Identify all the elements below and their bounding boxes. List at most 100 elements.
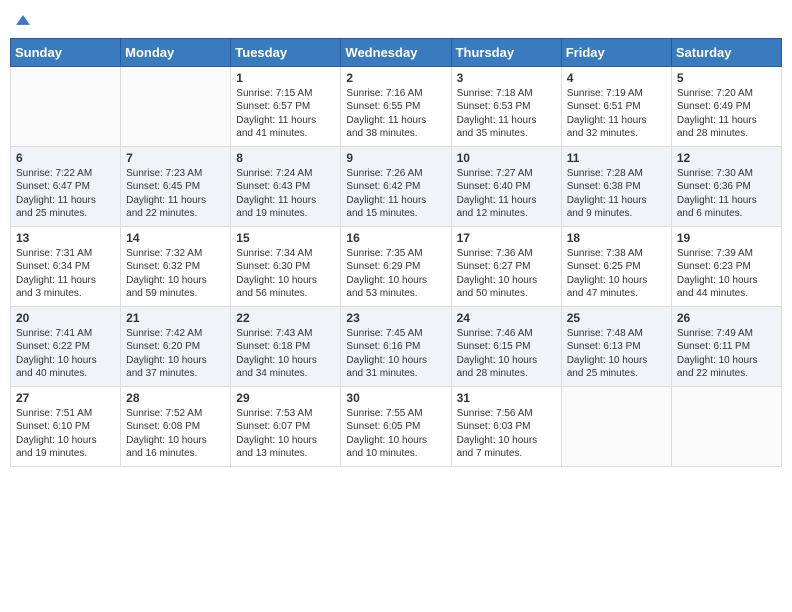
calendar-cell: 5 Sunrise: 7:20 AM Sunset: 6:49 PM Daylig… bbox=[671, 66, 781, 146]
calendar-cell: 19 Sunrise: 7:39 AM Sunset: 6:23 PM Dayli… bbox=[671, 226, 781, 306]
day-detail: Sunrise: 7:20 AM Sunset: 6:49 PM Dayligh… bbox=[677, 87, 776, 141]
day-detail: Sunrise: 7:42 AM Sunset: 6:20 PM Dayligh… bbox=[126, 327, 225, 381]
day-number: 27 bbox=[16, 391, 115, 405]
day-number: 28 bbox=[126, 391, 225, 405]
day-detail: Sunrise: 7:56 AM Sunset: 6:03 PM Dayligh… bbox=[457, 407, 556, 461]
day-detail: Sunrise: 7:43 AM Sunset: 6:18 PM Dayligh… bbox=[236, 327, 335, 381]
day-number: 18 bbox=[567, 231, 666, 245]
calendar-cell: 27 Sunrise: 7:51 AM Sunset: 6:10 PM Dayli… bbox=[11, 386, 121, 466]
day-number: 23 bbox=[346, 311, 445, 325]
day-detail: Sunrise: 7:16 AM Sunset: 6:55 PM Dayligh… bbox=[346, 87, 445, 141]
day-detail: Sunrise: 7:24 AM Sunset: 6:43 PM Dayligh… bbox=[236, 167, 335, 221]
day-number: 16 bbox=[346, 231, 445, 245]
day-number: 7 bbox=[126, 151, 225, 165]
day-detail: Sunrise: 7:46 AM Sunset: 6:15 PM Dayligh… bbox=[457, 327, 556, 381]
calendar-cell: 30Sunrise: 7:55 AM Sunset: 6:05 PM Dayli… bbox=[341, 386, 451, 466]
day-number: 29 bbox=[236, 391, 335, 405]
calendar-cell: 29 Sunrise: 7:53 AM Sunset: 6:07 PM Dayli… bbox=[231, 386, 341, 466]
day-detail: Sunrise: 7:26 AM Sunset: 6:42 PM Dayligh… bbox=[346, 167, 445, 221]
calendar-week-row: 13 Sunrise: 7:31 AM Sunset: 6:34 PM Dayli… bbox=[11, 226, 782, 306]
day-detail: Sunrise: 7:19 AM Sunset: 6:51 PM Dayligh… bbox=[567, 87, 666, 141]
calendar-cell: 20Sunrise: 7:41 AM Sunset: 6:22 PM Dayli… bbox=[11, 306, 121, 386]
day-detail: Sunrise: 7:49 AM Sunset: 6:11 PM Dayligh… bbox=[677, 327, 776, 381]
day-number: 4 bbox=[567, 71, 666, 85]
calendar-cell bbox=[561, 386, 671, 466]
day-detail: Sunrise: 7:52 AM Sunset: 6:08 PM Dayligh… bbox=[126, 407, 225, 461]
day-detail: Sunrise: 7:48 AM Sunset: 6:13 PM Dayligh… bbox=[567, 327, 666, 381]
calendar-cell bbox=[671, 386, 781, 466]
day-number: 13 bbox=[16, 231, 115, 245]
day-header-monday: Monday bbox=[121, 38, 231, 66]
day-number: 20 bbox=[16, 311, 115, 325]
day-detail: Sunrise: 7:23 AM Sunset: 6:45 PM Dayligh… bbox=[126, 167, 225, 221]
day-number: 1 bbox=[236, 71, 335, 85]
calendar-cell: 8 Sunrise: 7:24 AM Sunset: 6:43 PM Daylig… bbox=[231, 146, 341, 226]
day-detail: Sunrise: 7:34 AM Sunset: 6:30 PM Dayligh… bbox=[236, 247, 335, 301]
day-detail: Sunrise: 7:32 AM Sunset: 6:32 PM Dayligh… bbox=[126, 247, 225, 301]
calendar-cell: 1 Sunrise: 7:15 AM Sunset: 6:57 PM Daylig… bbox=[231, 66, 341, 146]
day-number: 8 bbox=[236, 151, 335, 165]
day-number: 21 bbox=[126, 311, 225, 325]
day-detail: Sunrise: 7:18 AM Sunset: 6:53 PM Dayligh… bbox=[457, 87, 556, 141]
day-number: 19 bbox=[677, 231, 776, 245]
day-number: 9 bbox=[346, 151, 445, 165]
day-detail: Sunrise: 7:39 AM Sunset: 6:23 PM Dayligh… bbox=[677, 247, 776, 301]
calendar-week-row: 27 Sunrise: 7:51 AM Sunset: 6:10 PM Dayli… bbox=[11, 386, 782, 466]
calendar-cell: 21 Sunrise: 7:42 AM Sunset: 6:20 PM Dayli… bbox=[121, 306, 231, 386]
calendar-cell: 2 Sunrise: 7:16 AM Sunset: 6:55 PM Daylig… bbox=[341, 66, 451, 146]
calendar-cell: 6 Sunrise: 7:22 AM Sunset: 6:47 PM Daylig… bbox=[11, 146, 121, 226]
calendar-cell: 25 Sunrise: 7:48 AM Sunset: 6:13 PM Dayli… bbox=[561, 306, 671, 386]
day-detail: Sunrise: 7:51 AM Sunset: 6:10 PM Dayligh… bbox=[16, 407, 115, 461]
calendar-cell: 26 Sunrise: 7:49 AM Sunset: 6:11 PM Dayli… bbox=[671, 306, 781, 386]
calendar-cell: 17Sunrise: 7:36 AM Sunset: 6:27 PM Dayli… bbox=[451, 226, 561, 306]
day-detail: Sunrise: 7:31 AM Sunset: 6:34 PM Dayligh… bbox=[16, 247, 115, 301]
day-detail: Sunrise: 7:28 AM Sunset: 6:38 PM Dayligh… bbox=[567, 167, 666, 221]
calendar-header-row: SundayMondayTuesdayWednesdayThursdayFrid… bbox=[11, 38, 782, 66]
day-number: 25 bbox=[567, 311, 666, 325]
day-detail: Sunrise: 7:15 AM Sunset: 6:57 PM Dayligh… bbox=[236, 87, 335, 141]
logo-icon bbox=[16, 13, 30, 27]
day-header-friday: Friday bbox=[561, 38, 671, 66]
day-number: 11 bbox=[567, 151, 666, 165]
day-header-saturday: Saturday bbox=[671, 38, 781, 66]
calendar-week-row: 6 Sunrise: 7:22 AM Sunset: 6:47 PM Daylig… bbox=[11, 146, 782, 226]
calendar-cell: 12Sunrise: 7:30 AM Sunset: 6:36 PM Dayli… bbox=[671, 146, 781, 226]
day-number: 12 bbox=[677, 151, 776, 165]
calendar-cell: 22 Sunrise: 7:43 AM Sunset: 6:18 PM Dayli… bbox=[231, 306, 341, 386]
calendar-table: SundayMondayTuesdayWednesdayThursdayFrid… bbox=[10, 38, 782, 467]
day-detail: Sunrise: 7:53 AM Sunset: 6:07 PM Dayligh… bbox=[236, 407, 335, 461]
calendar-cell: 13 Sunrise: 7:31 AM Sunset: 6:34 PM Dayli… bbox=[11, 226, 121, 306]
day-number: 15 bbox=[236, 231, 335, 245]
day-number: 22 bbox=[236, 311, 335, 325]
calendar-week-row: 1 Sunrise: 7:15 AM Sunset: 6:57 PM Daylig… bbox=[11, 66, 782, 146]
day-header-thursday: Thursday bbox=[451, 38, 561, 66]
day-number: 5 bbox=[677, 71, 776, 85]
logo bbox=[14, 10, 30, 30]
day-number: 26 bbox=[677, 311, 776, 325]
page-header bbox=[10, 10, 782, 30]
calendar-cell: 9 Sunrise: 7:26 AM Sunset: 6:42 PM Daylig… bbox=[341, 146, 451, 226]
day-detail: Sunrise: 7:27 AM Sunset: 6:40 PM Dayligh… bbox=[457, 167, 556, 221]
calendar-cell: 14 Sunrise: 7:32 AM Sunset: 6:32 PM Dayli… bbox=[121, 226, 231, 306]
calendar-cell: 23Sunrise: 7:45 AM Sunset: 6:16 PM Dayli… bbox=[341, 306, 451, 386]
day-header-sunday: Sunday bbox=[11, 38, 121, 66]
day-number: 14 bbox=[126, 231, 225, 245]
calendar-cell: 31Sunrise: 7:56 AM Sunset: 6:03 PM Dayli… bbox=[451, 386, 561, 466]
calendar-cell: 28 Sunrise: 7:52 AM Sunset: 6:08 PM Dayli… bbox=[121, 386, 231, 466]
day-detail: Sunrise: 7:38 AM Sunset: 6:25 PM Dayligh… bbox=[567, 247, 666, 301]
calendar-cell bbox=[121, 66, 231, 146]
day-detail: Sunrise: 7:35 AM Sunset: 6:29 PM Dayligh… bbox=[346, 247, 445, 301]
day-header-wednesday: Wednesday bbox=[341, 38, 451, 66]
calendar-cell: 10Sunrise: 7:27 AM Sunset: 6:40 PM Dayli… bbox=[451, 146, 561, 226]
calendar-cell: 4 Sunrise: 7:19 AM Sunset: 6:51 PM Daylig… bbox=[561, 66, 671, 146]
calendar-cell: 16 Sunrise: 7:35 AM Sunset: 6:29 PM Dayli… bbox=[341, 226, 451, 306]
day-number: 24 bbox=[457, 311, 556, 325]
calendar-cell: 18 Sunrise: 7:38 AM Sunset: 6:25 PM Dayli… bbox=[561, 226, 671, 306]
calendar-week-row: 20Sunrise: 7:41 AM Sunset: 6:22 PM Dayli… bbox=[11, 306, 782, 386]
day-number: 30 bbox=[346, 391, 445, 405]
day-number: 2 bbox=[346, 71, 445, 85]
day-detail: Sunrise: 7:36 AM Sunset: 6:27 PM Dayligh… bbox=[457, 247, 556, 301]
day-number: 6 bbox=[16, 151, 115, 165]
day-detail: Sunrise: 7:22 AM Sunset: 6:47 PM Dayligh… bbox=[16, 167, 115, 221]
calendar-cell: 15 Sunrise: 7:34 AM Sunset: 6:30 PM Dayli… bbox=[231, 226, 341, 306]
